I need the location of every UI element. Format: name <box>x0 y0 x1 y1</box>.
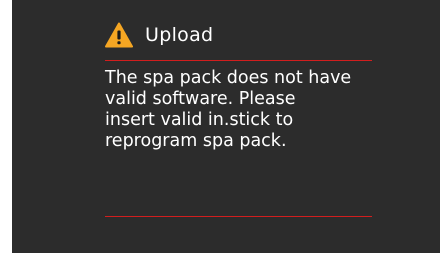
warning-icon <box>105 22 133 48</box>
dialog-header: Upload <box>105 20 213 50</box>
dialog-title: Upload <box>145 24 214 46</box>
device-screen: Upload The spa pack does not have valid … <box>12 0 440 253</box>
dialog-message: The spa pack does not have valid softwar… <box>105 68 352 151</box>
top-divider <box>105 60 372 61</box>
bottom-divider <box>105 216 372 217</box>
